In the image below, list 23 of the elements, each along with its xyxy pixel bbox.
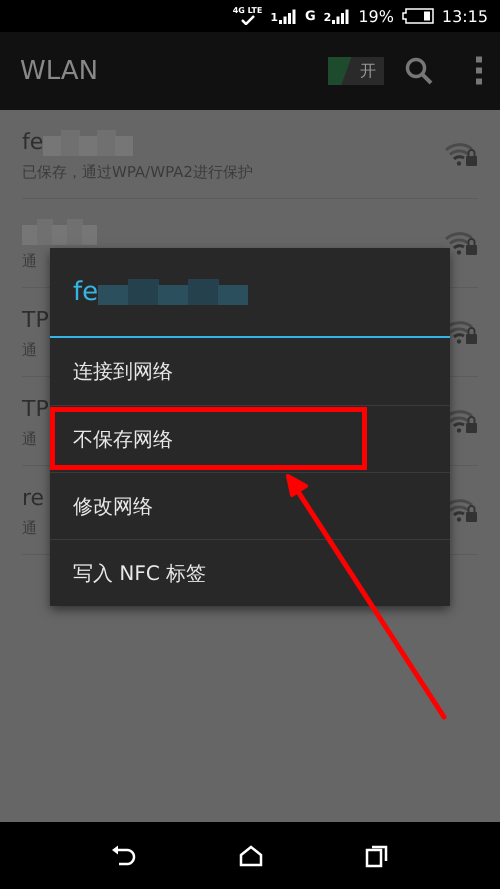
network-type-label: 4G LTE bbox=[232, 7, 262, 15]
battery-percent: 19% bbox=[358, 6, 394, 26]
wifi-lock-icon bbox=[444, 230, 478, 256]
wifi-toggle[interactable]: 开 bbox=[328, 57, 384, 85]
signal-icon bbox=[279, 8, 297, 24]
menu-item[interactable]: 写入 NFC 标签 bbox=[50, 539, 450, 606]
sim-label: 1 bbox=[270, 11, 278, 24]
signal-icon bbox=[332, 8, 350, 24]
screen-title: WLAN bbox=[20, 56, 100, 86]
check-icon bbox=[240, 15, 255, 25]
menu-item[interactable]: 不保存网络 bbox=[50, 405, 450, 472]
home-icon[interactable] bbox=[239, 844, 263, 866]
data-type-label: G bbox=[305, 8, 316, 24]
dialog-title: fe bbox=[73, 277, 98, 307]
sim-label: 2 bbox=[324, 11, 332, 24]
search-icon[interactable] bbox=[404, 56, 434, 86]
battery-icon bbox=[402, 8, 434, 24]
overflow-menu-icon[interactable] bbox=[474, 56, 484, 86]
clock: 13:15 bbox=[442, 6, 488, 26]
wifi-lock-icon bbox=[444, 141, 478, 167]
menu-item[interactable]: 连接到网络 bbox=[50, 338, 450, 405]
recent-apps-icon[interactable] bbox=[365, 844, 389, 868]
back-icon[interactable] bbox=[111, 844, 137, 866]
